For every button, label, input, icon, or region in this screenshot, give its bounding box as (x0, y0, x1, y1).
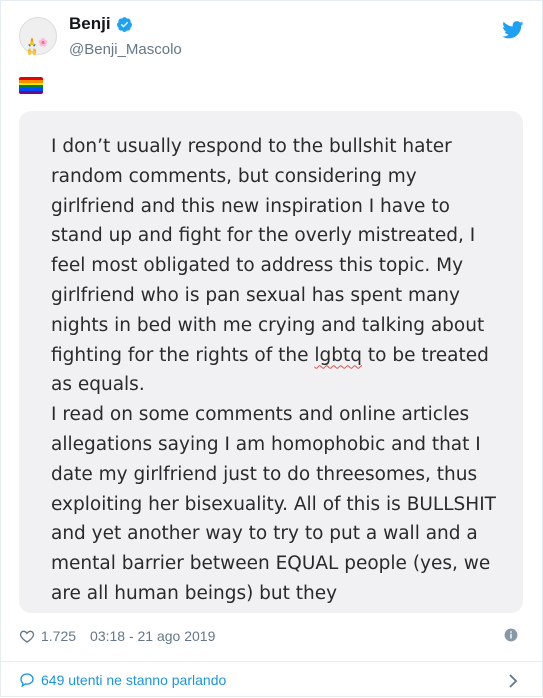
info-icon[interactable] (504, 628, 518, 642)
chevron-right-icon[interactable] (508, 674, 518, 688)
author-name[interactable]: Benji (69, 14, 111, 34)
paragraph-1: I don’t usually respond to the bullshit … (51, 132, 501, 400)
reply-bubble-icon (20, 673, 34, 688)
tweet-card: 🙏🌸🙌 Benji @Benji_Mascolo I don’t usually… (0, 0, 543, 697)
paragraph-2: I read on some comments and online artic… (51, 404, 496, 604)
rainbow-flag-icon (19, 77, 43, 94)
notes-screenshot-text: I don’t usually respond to the bullshit … (51, 132, 501, 609)
heart-icon[interactable] (19, 628, 35, 644)
conversation-link[interactable]: 649 utenti ne stanno parlando (1, 662, 543, 698)
timestamp[interactable]: 03:18 - 21 ago 2019 (90, 628, 215, 644)
author-handle[interactable]: @Benji_Mascolo (69, 41, 182, 58)
avatar[interactable]: 🙏🌸🙌 (19, 17, 57, 56)
twitter-bird-icon[interactable] (502, 21, 524, 39)
misspelled-word: lgbtq (314, 344, 362, 366)
like-count[interactable]: 1.725 (41, 628, 76, 644)
tweet-image[interactable]: I don’t usually respond to the bullshit … (19, 111, 523, 613)
author-name-row[interactable]: Benji (69, 14, 133, 34)
discussion-count[interactable]: 649 utenti ne stanno parlando (41, 672, 226, 688)
avatar-image-text: 🙏🌸🙌 (27, 38, 49, 56)
tweet-header: 🙏🌸🙌 Benji @Benji_Mascolo (1, 1, 543, 71)
verified-badge-icon (116, 16, 132, 32)
tweet-meta: 1.725 03:18 - 21 ago 2019 (19, 625, 215, 647)
paragraph-1-text: I don’t usually respond to the bullshit … (51, 136, 485, 366)
